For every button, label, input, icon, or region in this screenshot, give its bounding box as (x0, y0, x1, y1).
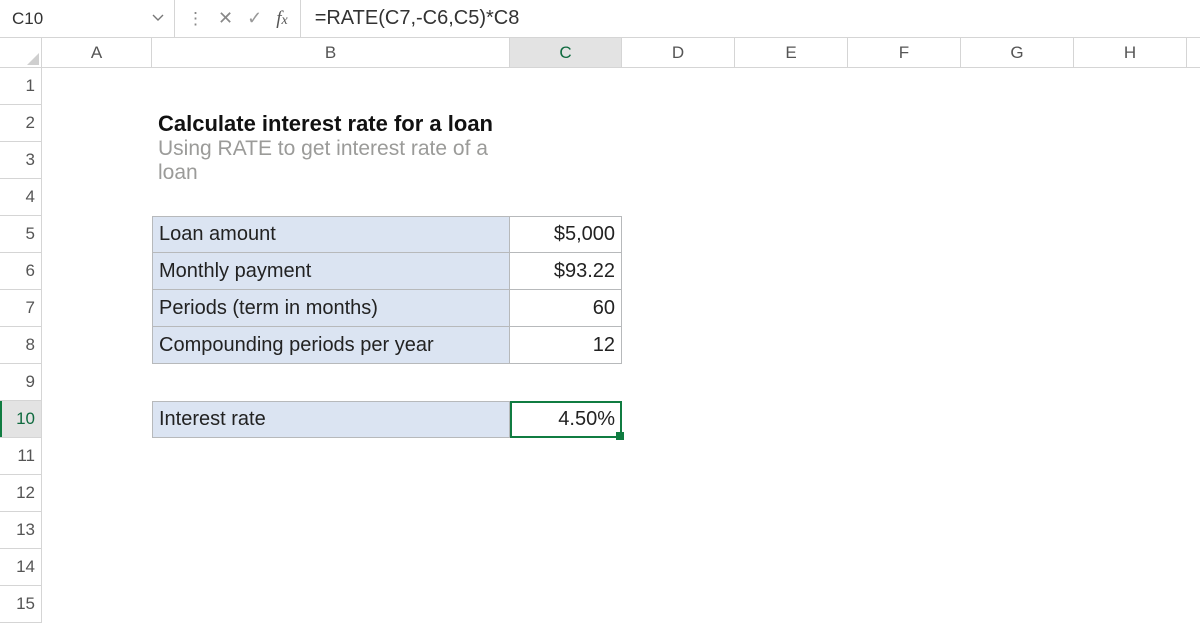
cell-B3[interactable]: Using RATE to get interest rate of a loa… (152, 142, 510, 179)
column-header-E[interactable]: E (735, 38, 848, 67)
value: $5,000 (554, 223, 615, 246)
column-header-H[interactable]: H (1074, 38, 1187, 67)
value: $93.22 (554, 260, 615, 283)
row-header-5[interactable]: 5 (0, 216, 42, 253)
cell-B10[interactable]: Interest rate (152, 401, 510, 438)
cancel-formula-icon[interactable]: ✕ (218, 8, 233, 29)
row-header-2[interactable]: 2 (0, 105, 42, 142)
formula-bar: C10 ⋮ ✕ ✓ fx =RATE(C7,-C6,C5)*C8 (0, 0, 1200, 38)
column-header-row: A B C D E F G H (0, 38, 1200, 68)
label: Loan amount (159, 223, 276, 246)
label: Compounding periods per year (159, 334, 434, 357)
row-header-8[interactable]: 8 (0, 327, 42, 364)
rows-area: 1 2 Calculate interest rate for a loan 3… (0, 68, 1200, 623)
title-text: Calculate interest rate for a loan (158, 111, 493, 137)
value: 12 (593, 334, 615, 357)
cell-A7[interactable] (42, 290, 152, 327)
row-header-10[interactable]: 10 (0, 401, 42, 438)
name-box-value: C10 (12, 9, 142, 29)
row-header-11[interactable]: 11 (0, 438, 42, 475)
formula-controls: ⋮ ✕ ✓ fx (175, 0, 301, 37)
cell-A6[interactable] (42, 253, 152, 290)
cell-A10[interactable] (42, 401, 152, 438)
label: Periods (term in months) (159, 297, 378, 320)
row-header-1[interactable]: 1 (0, 68, 42, 105)
column-header-D[interactable]: D (622, 38, 735, 67)
subtitle-text: Using RATE to get interest rate of a loa… (158, 137, 510, 185)
accept-formula-icon[interactable]: ✓ (247, 8, 262, 29)
spreadsheet-grid: A B C D E F G H 1 2 Calculate interest r… (0, 38, 1200, 623)
row-header-12[interactable]: 12 (0, 475, 42, 512)
chevron-down-icon[interactable] (142, 7, 174, 30)
value: 60 (593, 297, 615, 320)
column-header-G[interactable]: G (961, 38, 1074, 67)
cell-A5[interactable] (42, 216, 152, 253)
fx-icon[interactable]: fx (276, 8, 288, 30)
vertical-dots-icon[interactable]: ⋮ (187, 9, 204, 29)
row-header-14[interactable]: 14 (0, 549, 42, 586)
column-header-F[interactable]: F (848, 38, 961, 67)
cell-B5[interactable]: Loan amount (152, 216, 510, 253)
cell-B6[interactable]: Monthly payment (152, 253, 510, 290)
column-header-C[interactable]: C (510, 38, 622, 67)
cell-A3[interactable] (42, 142, 152, 179)
select-all-corner[interactable] (0, 38, 42, 67)
cell-A8[interactable] (42, 327, 152, 364)
cell-C8[interactable]: 12 (510, 327, 622, 364)
row-header-9[interactable]: 9 (0, 364, 42, 401)
label: Interest rate (159, 408, 266, 431)
row-header-13[interactable]: 13 (0, 512, 42, 549)
cell-B7[interactable]: Periods (term in months) (152, 290, 510, 327)
cell-B8[interactable]: Compounding periods per year (152, 327, 510, 364)
column-header-B[interactable]: B (152, 38, 510, 67)
row-header-15[interactable]: 15 (0, 586, 42, 623)
row-header-3[interactable]: 3 (0, 142, 42, 179)
cell-C6[interactable]: $93.22 (510, 253, 622, 290)
cell-C5[interactable]: $5,000 (510, 216, 622, 253)
cell-C7[interactable]: 60 (510, 290, 622, 327)
name-box[interactable]: C10 (0, 0, 175, 37)
cell-C10[interactable]: 4.50% (510, 401, 622, 438)
formula-input[interactable]: =RATE(C7,-C6,C5)*C8 (301, 7, 1200, 30)
label: Monthly payment (159, 260, 311, 283)
value: 4.50% (558, 408, 615, 431)
column-header-A[interactable]: A (42, 38, 152, 67)
cell-A2[interactable] (42, 105, 152, 142)
row-header-6[interactable]: 6 (0, 253, 42, 290)
row-header-4[interactable]: 4 (0, 179, 42, 216)
row-header-7[interactable]: 7 (0, 290, 42, 327)
